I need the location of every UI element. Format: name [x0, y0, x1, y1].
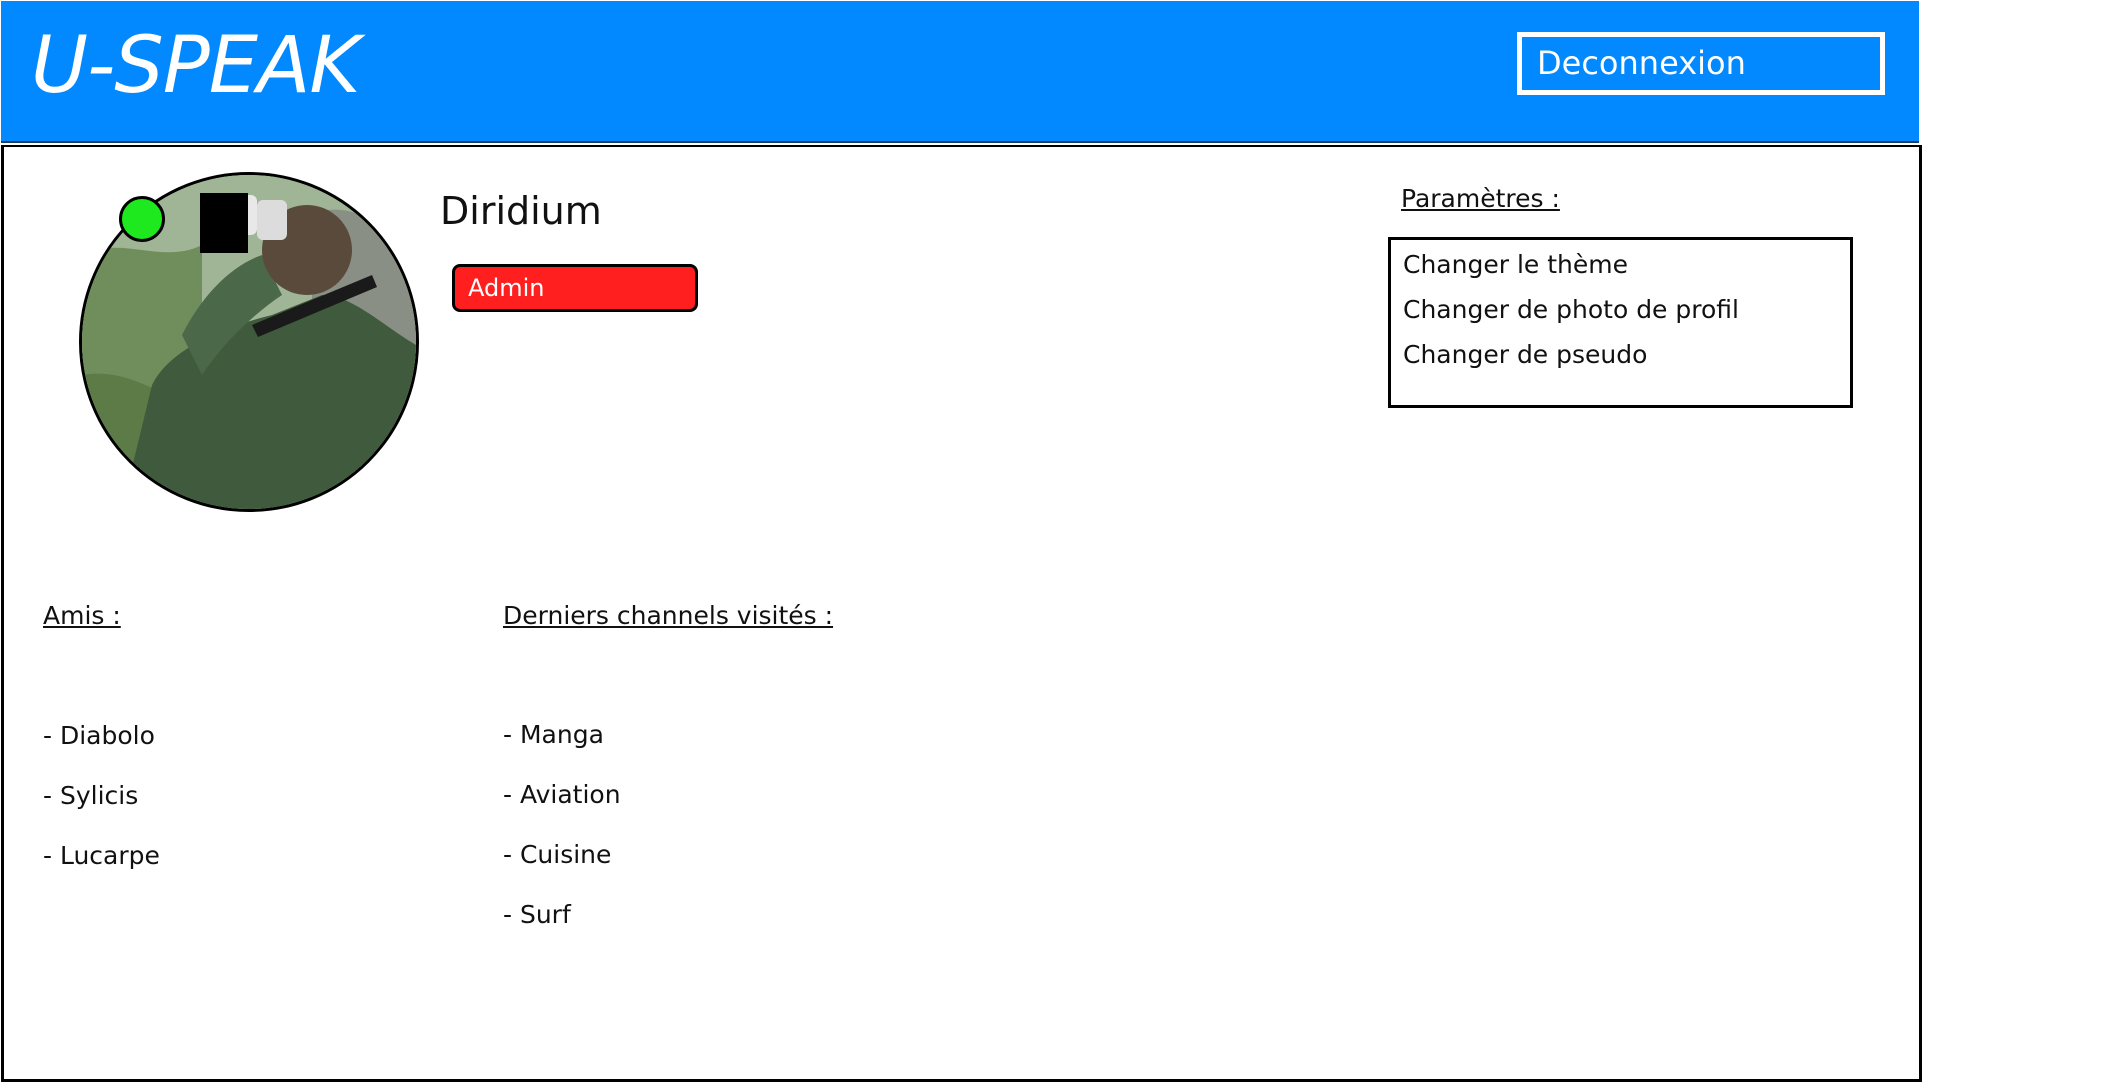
friend-item[interactable]: - Diabolo: [43, 721, 155, 750]
app-logo: U-SPEAK: [31, 21, 361, 111]
online-status-indicator: [119, 196, 165, 242]
settings-item-change-photo[interactable]: Changer de photo de profil: [1403, 295, 1739, 324]
settings-item-change-theme[interactable]: Changer le thème: [1403, 250, 1628, 279]
top-bar: U-SPEAK Deconnexion: [1, 1, 1919, 143]
role-badge: Admin: [452, 264, 698, 312]
settings-title: Paramètres :: [1401, 184, 1560, 213]
settings-item-change-nickname[interactable]: Changer de pseudo: [1403, 340, 1647, 369]
settings-menu: Changer le thème Changer de photo de pro…: [1388, 237, 1853, 408]
channel-item[interactable]: - Aviation: [503, 780, 621, 809]
app-frame: U-SPEAK Deconnexion Diridium Admin Param…: [0, 0, 1922, 1082]
friend-item[interactable]: - Lucarpe: [43, 841, 160, 870]
logout-button[interactable]: Deconnexion: [1517, 32, 1885, 95]
channel-item[interactable]: - Manga: [503, 720, 604, 749]
channel-item[interactable]: - Cuisine: [503, 840, 611, 869]
channel-item[interactable]: - Surf: [503, 900, 571, 929]
profile-username: Diridium: [440, 189, 602, 233]
recent-channels-title: Derniers channels visités :: [503, 601, 834, 630]
friends-title: Amis :: [43, 601, 121, 630]
friend-item[interactable]: - Sylicis: [43, 781, 138, 810]
